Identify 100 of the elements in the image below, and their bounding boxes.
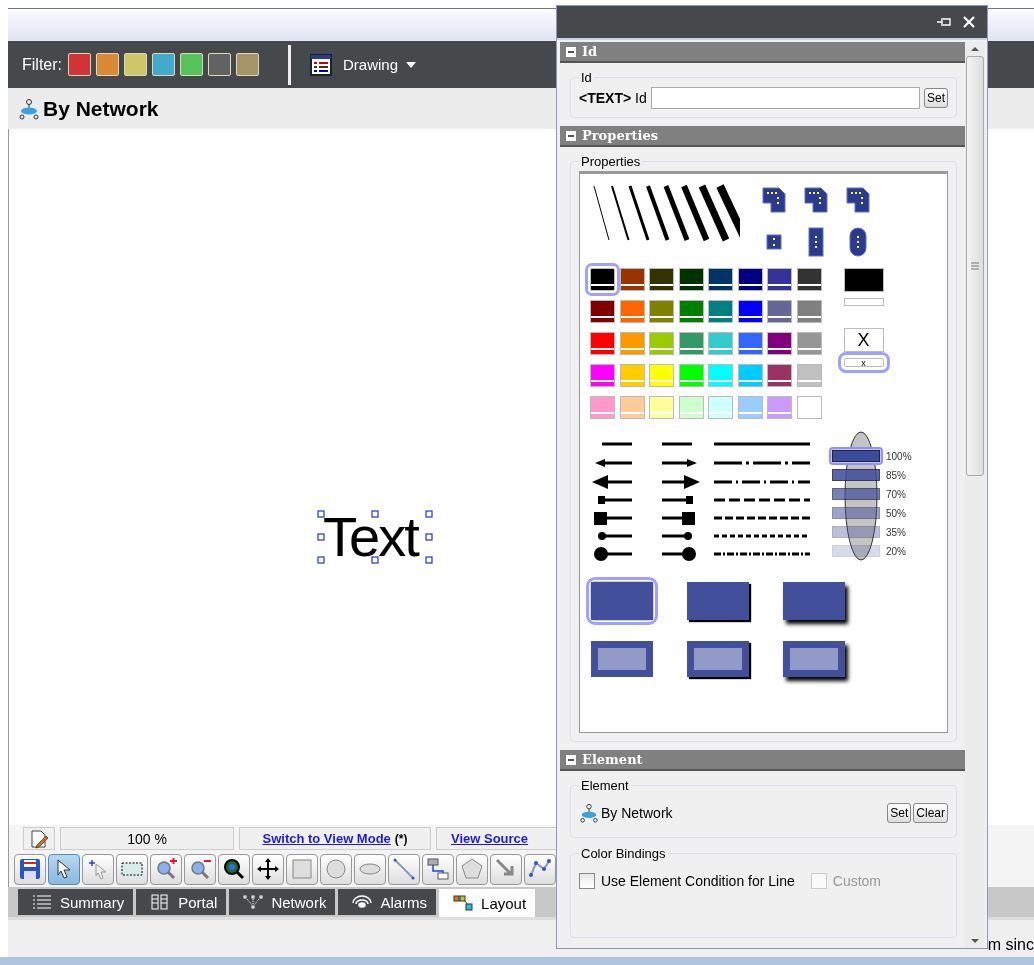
color-swatch[interactable] — [678, 332, 704, 355]
color-swatch[interactable] — [649, 332, 674, 355]
view-tab[interactable]: Alarms — [338, 889, 437, 915]
zoom-in-tool[interactable] — [150, 853, 182, 885]
color-swatch[interactable] — [590, 300, 615, 323]
arrow-tool[interactable] — [490, 853, 522, 885]
filter-swatch[interactable] — [236, 53, 259, 76]
color-swatch[interactable] — [796, 300, 822, 323]
color-swatch[interactable] — [708, 268, 733, 291]
text-element[interactable]: Text — [323, 504, 418, 570]
section-header[interactable]: Id — [560, 42, 965, 63]
ellipse-tool[interactable] — [354, 853, 386, 885]
circle-tool[interactable] — [320, 853, 352, 885]
polyline-tool[interactable] — [524, 853, 556, 885]
color-swatch[interactable] — [678, 268, 704, 291]
color-swatch[interactable] — [767, 364, 792, 387]
color-swatch[interactable] — [619, 300, 645, 323]
color-swatch[interactable] — [767, 268, 792, 291]
zoom-out-tool[interactable] — [184, 853, 216, 885]
opacity-option[interactable] — [829, 542, 883, 560]
color-swatch[interactable] — [737, 396, 763, 419]
color-swatch[interactable] — [737, 364, 763, 387]
color-swatch[interactable] — [796, 332, 822, 355]
color-swatch[interactable] — [619, 364, 645, 387]
opacity-option[interactable] — [829, 523, 883, 541]
view-tab[interactable]: Network — [229, 889, 336, 915]
filter-swatch[interactable] — [208, 53, 231, 76]
box-style-option[interactable] — [686, 581, 750, 621]
element-shape-icon[interactable] — [804, 187, 828, 213]
fill-option[interactable] — [843, 268, 884, 292]
opacity-option[interactable] — [829, 447, 883, 465]
color-swatch[interactable] — [708, 364, 733, 387]
color-swatch[interactable] — [590, 396, 615, 419]
section-header[interactable]: Properties — [560, 126, 965, 147]
element-shape-icon[interactable] — [762, 187, 786, 213]
set-button[interactable]: Set — [924, 88, 948, 108]
switch-mode-link[interactable]: Switch to View Mode — [262, 831, 391, 846]
filter-swatch[interactable] — [152, 53, 175, 76]
scrollbar-thumb[interactable] — [966, 56, 984, 476]
color-swatch[interactable] — [796, 396, 822, 419]
view-tab[interactable]: Layout — [439, 889, 536, 917]
color-swatch[interactable] — [649, 268, 674, 291]
element-button[interactable]: Set — [887, 803, 912, 823]
color-swatch[interactable] — [737, 332, 763, 355]
zoom-fit-tool[interactable] — [218, 853, 250, 885]
line-width-drawing[interactable] — [590, 184, 740, 244]
box-style-option[interactable] — [782, 581, 846, 621]
color-swatch[interactable] — [708, 396, 733, 419]
connector-tool[interactable] — [422, 853, 454, 885]
line-icon — [392, 857, 416, 881]
color-swatch[interactable] — [619, 396, 645, 419]
color-swatch[interactable] — [737, 300, 763, 323]
opacity-option[interactable] — [829, 485, 883, 503]
color-swatch[interactable] — [767, 396, 792, 419]
filter-swatch[interactable] — [124, 53, 147, 76]
color-swatch[interactable] — [678, 396, 704, 419]
color-swatch[interactable] — [767, 332, 792, 355]
color-swatch[interactable] — [737, 268, 763, 291]
box-style-option[interactable] — [782, 639, 846, 679]
selection-handles[interactable] — [317, 510, 433, 564]
color-swatch[interactable] — [796, 268, 822, 291]
marquee-tool[interactable] — [116, 853, 148, 885]
save-tool[interactable] — [14, 853, 46, 885]
element-button[interactable]: Clear — [913, 803, 948, 823]
color-swatch[interactable] — [590, 364, 615, 387]
color-swatch[interactable] — [649, 396, 674, 419]
color-swatch[interactable] — [649, 300, 674, 323]
checkbox[interactable] — [579, 873, 595, 889]
color-swatch[interactable] — [708, 300, 733, 323]
add-pointer-tool[interactable] — [82, 853, 114, 885]
opacity-option[interactable] — [829, 504, 883, 522]
pointer-tool[interactable] — [48, 853, 80, 885]
id-input-field[interactable] — [650, 87, 920, 109]
line-tool[interactable] — [388, 853, 420, 885]
opacity-option[interactable] — [829, 466, 883, 484]
polygon-tool[interactable] — [456, 853, 488, 885]
filter-swatch[interactable] — [96, 53, 119, 76]
filter-swatch[interactable] — [68, 53, 91, 76]
color-swatch[interactable] — [649, 364, 674, 387]
color-swatch[interactable] — [708, 332, 733, 355]
view-dropdown[interactable]: Drawing — [337, 56, 423, 73]
color-swatch[interactable] — [619, 268, 645, 291]
color-swatch[interactable] — [619, 332, 645, 355]
color-swatch[interactable] — [678, 364, 704, 387]
color-swatch[interactable] — [678, 300, 704, 323]
color-swatch[interactable] — [590, 332, 615, 355]
element-shape-icon[interactable] — [846, 187, 870, 213]
view-tab[interactable]: Summary — [18, 889, 134, 915]
box-style-option[interactable] — [590, 639, 654, 679]
element-shape-icon[interactable] — [846, 227, 870, 257]
no-fill-option[interactable]: X — [843, 328, 884, 352]
color-swatch[interactable] — [767, 300, 792, 323]
box-style-option[interactable] — [686, 639, 750, 679]
filter-swatch[interactable] — [180, 53, 203, 76]
move-tool[interactable] — [252, 853, 284, 885]
close-icon[interactable] — [963, 16, 975, 28]
view-tab[interactable]: Portal — [136, 889, 227, 915]
color-swatch[interactable] — [796, 364, 822, 387]
pin-icon[interactable] — [937, 16, 953, 28]
section-header[interactable]: Element — [560, 750, 965, 771]
